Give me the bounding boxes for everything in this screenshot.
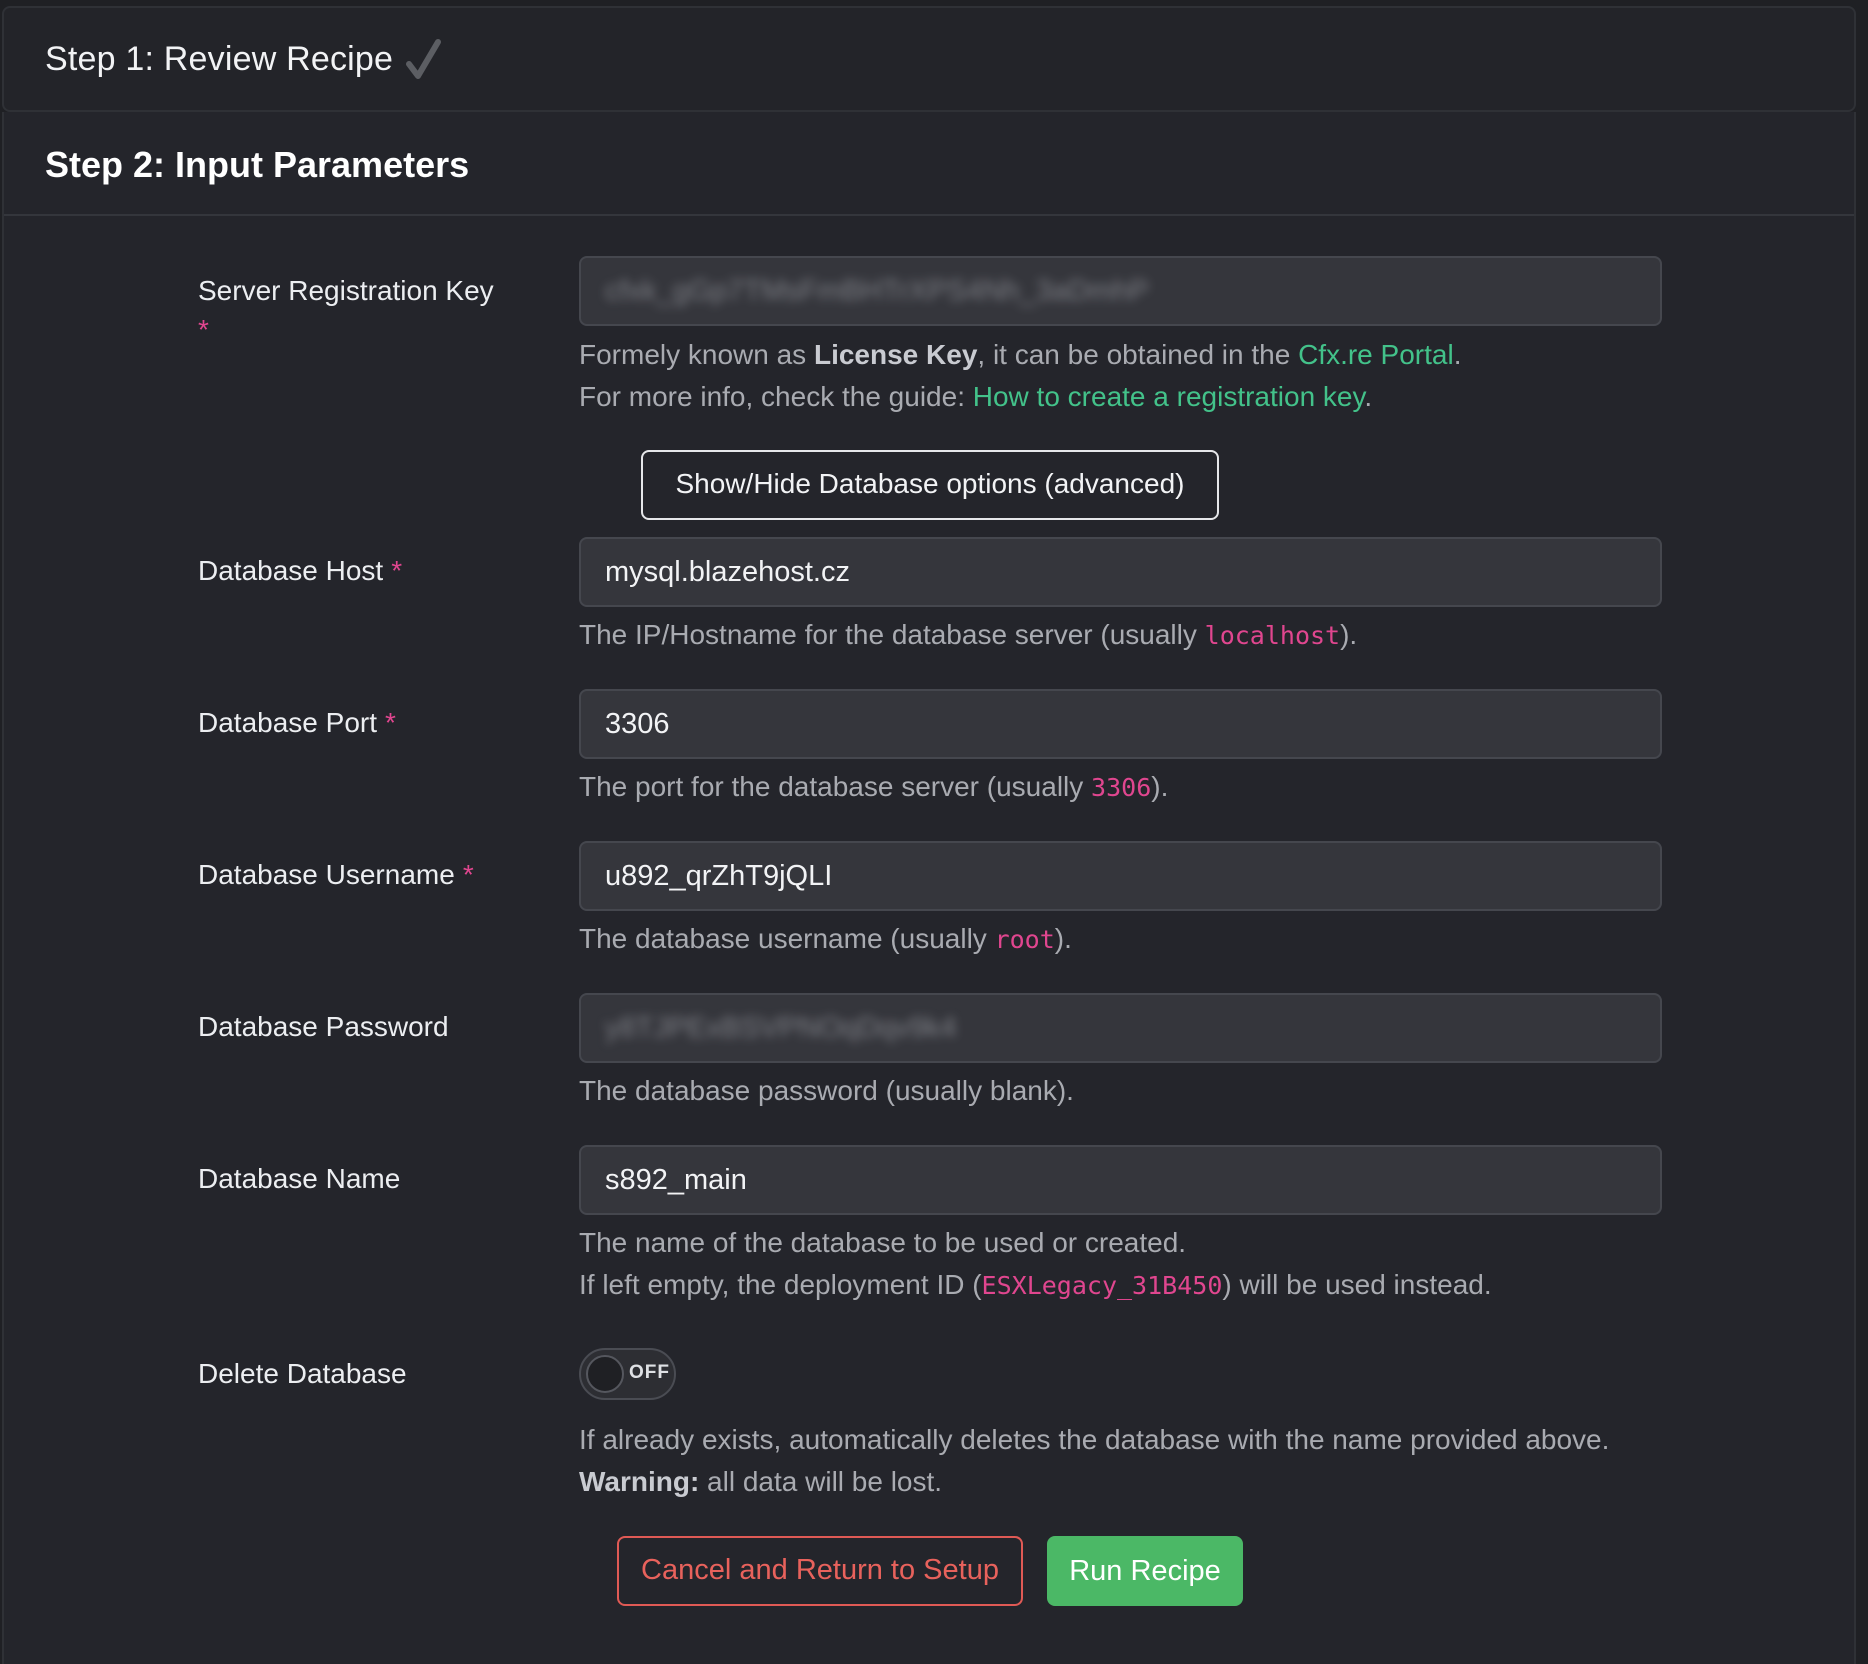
registration-key-input[interactable]: cfxk_gGp7TMsFmBHTrXPS4Nh_3aDmhP <box>579 256 1662 326</box>
registration-key-help: Formely known as License Key, it can be … <box>579 334 1461 418</box>
delete-db-label-text: Delete Database <box>198 1358 407 1389</box>
code-snippet: 3306 <box>1091 773 1152 802</box>
db-port-input[interactable]: 3306 <box>579 689 1662 759</box>
db-password-help: The database password (usually blank). <box>579 1075 1074 1106</box>
db-port-label: Database Port * <box>198 704 396 742</box>
db-port-help: The port for the database server (usuall… <box>579 766 1168 809</box>
db-password-value: y8TJPExBSVPNOqDqv9k4 <box>605 1012 957 1044</box>
toggle-knob <box>586 1355 624 1393</box>
help-text: If left empty, the deployment ID ( <box>579 1269 982 1300</box>
db-password-label: Database Password <box>198 1008 449 1046</box>
db-username-label-text: Database Username <box>198 859 455 890</box>
required-marker: * <box>391 555 403 586</box>
code-snippet: localhost <box>1204 621 1341 650</box>
help-text: ). <box>1151 771 1169 802</box>
registration-key-label: Server Registration Key <box>198 272 494 310</box>
code-snippet: root <box>994 925 1055 954</box>
db-password-input[interactable]: y8TJPExBSVPNOqDqv9k4 <box>579 993 1662 1063</box>
help-text: The port for the database server (usuall… <box>579 771 1092 802</box>
delete-db-help: If already exists, automatically deletes… <box>579 1419 1609 1503</box>
help-text: all data will be lost. <box>699 1466 943 1497</box>
step1-card[interactable]: Step 1: Review Recipe <box>2 6 1856 112</box>
help-text: If already exists, automatically deletes… <box>579 1424 1610 1455</box>
delete-db-toggle[interactable]: OFF <box>579 1348 676 1400</box>
db-host-help: The IP/Hostname for the database server … <box>579 614 1357 657</box>
help-text: . <box>1364 381 1373 412</box>
help-text: ). <box>1054 923 1072 954</box>
checkmark-icon <box>406 39 441 79</box>
registration-guide-link[interactable]: How to create a registration key <box>973 381 1365 412</box>
toggle-state-label: OFF <box>629 1362 670 1383</box>
license-key-bold: License Key <box>813 339 978 370</box>
db-name-input[interactable]: s892_main <box>579 1145 1662 1215</box>
step1-title: Step 1: Review Recipe <box>45 40 394 78</box>
help-text: ) will be used instead. <box>1222 1269 1492 1300</box>
cancel-button[interactable]: Cancel and Return to Setup <box>617 1536 1023 1606</box>
help-text: The name of the database to be used or c… <box>579 1227 1187 1258</box>
registration-key-label-text: Server Registration Key <box>198 275 494 306</box>
required-marker: * <box>385 707 396 738</box>
db-password-label-text: Database Password <box>198 1011 449 1042</box>
code-snippet: ESXLegacy_31B450 <box>981 1271 1223 1300</box>
help-text: . <box>1453 339 1462 370</box>
required-marker: * <box>462 859 474 890</box>
db-username-input[interactable]: u892_qrZhT9jQLI <box>579 841 1662 911</box>
required-marker: * <box>198 314 209 345</box>
help-text: ). <box>1340 619 1358 650</box>
delete-db-label: Delete Database <box>198 1355 407 1393</box>
help-text: The IP/Hostname for the database server … <box>579 619 1205 650</box>
toggle-db-options-button[interactable]: Show/Hide Database options (advanced) <box>641 450 1219 520</box>
help-text: For more info, check the guide: <box>579 381 973 412</box>
help-text: Formely known as <box>579 339 814 370</box>
db-host-input[interactable]: mysql.blazehost.cz <box>579 537 1662 607</box>
db-name-help: The name of the database to be used or c… <box>579 1222 1492 1307</box>
db-port-label-text: Database Port <box>198 707 377 738</box>
db-host-label-text: Database Host <box>198 555 384 586</box>
db-name-label: Database Name <box>198 1160 400 1198</box>
db-host-label: Database Host * <box>198 552 402 590</box>
db-name-label-text: Database Name <box>198 1163 401 1194</box>
registration-key-value: cfxk_gGp7TMsFmBHTrXPS4Nh_3aDmhP <box>605 275 1149 307</box>
run-recipe-button[interactable]: Run Recipe <box>1047 1536 1243 1606</box>
cfx-portal-link[interactable]: Cfx.re Portal <box>1298 339 1454 370</box>
help-text: , it can be obtained in the <box>977 339 1299 370</box>
db-username-label: Database Username * <box>198 856 474 894</box>
warning-bold: Warning: <box>579 1466 700 1497</box>
step2-title: Step 2: Input Parameters <box>45 144 470 185</box>
step2-header: Step 2: Input Parameters <box>4 112 1854 216</box>
db-username-help: The database username (usually root). <box>579 918 1072 961</box>
help-text: The database username (usually <box>579 923 995 954</box>
recipe-deployer-page: Step 1: Review Recipe Step 2: Input Para… <box>0 0 1868 1664</box>
